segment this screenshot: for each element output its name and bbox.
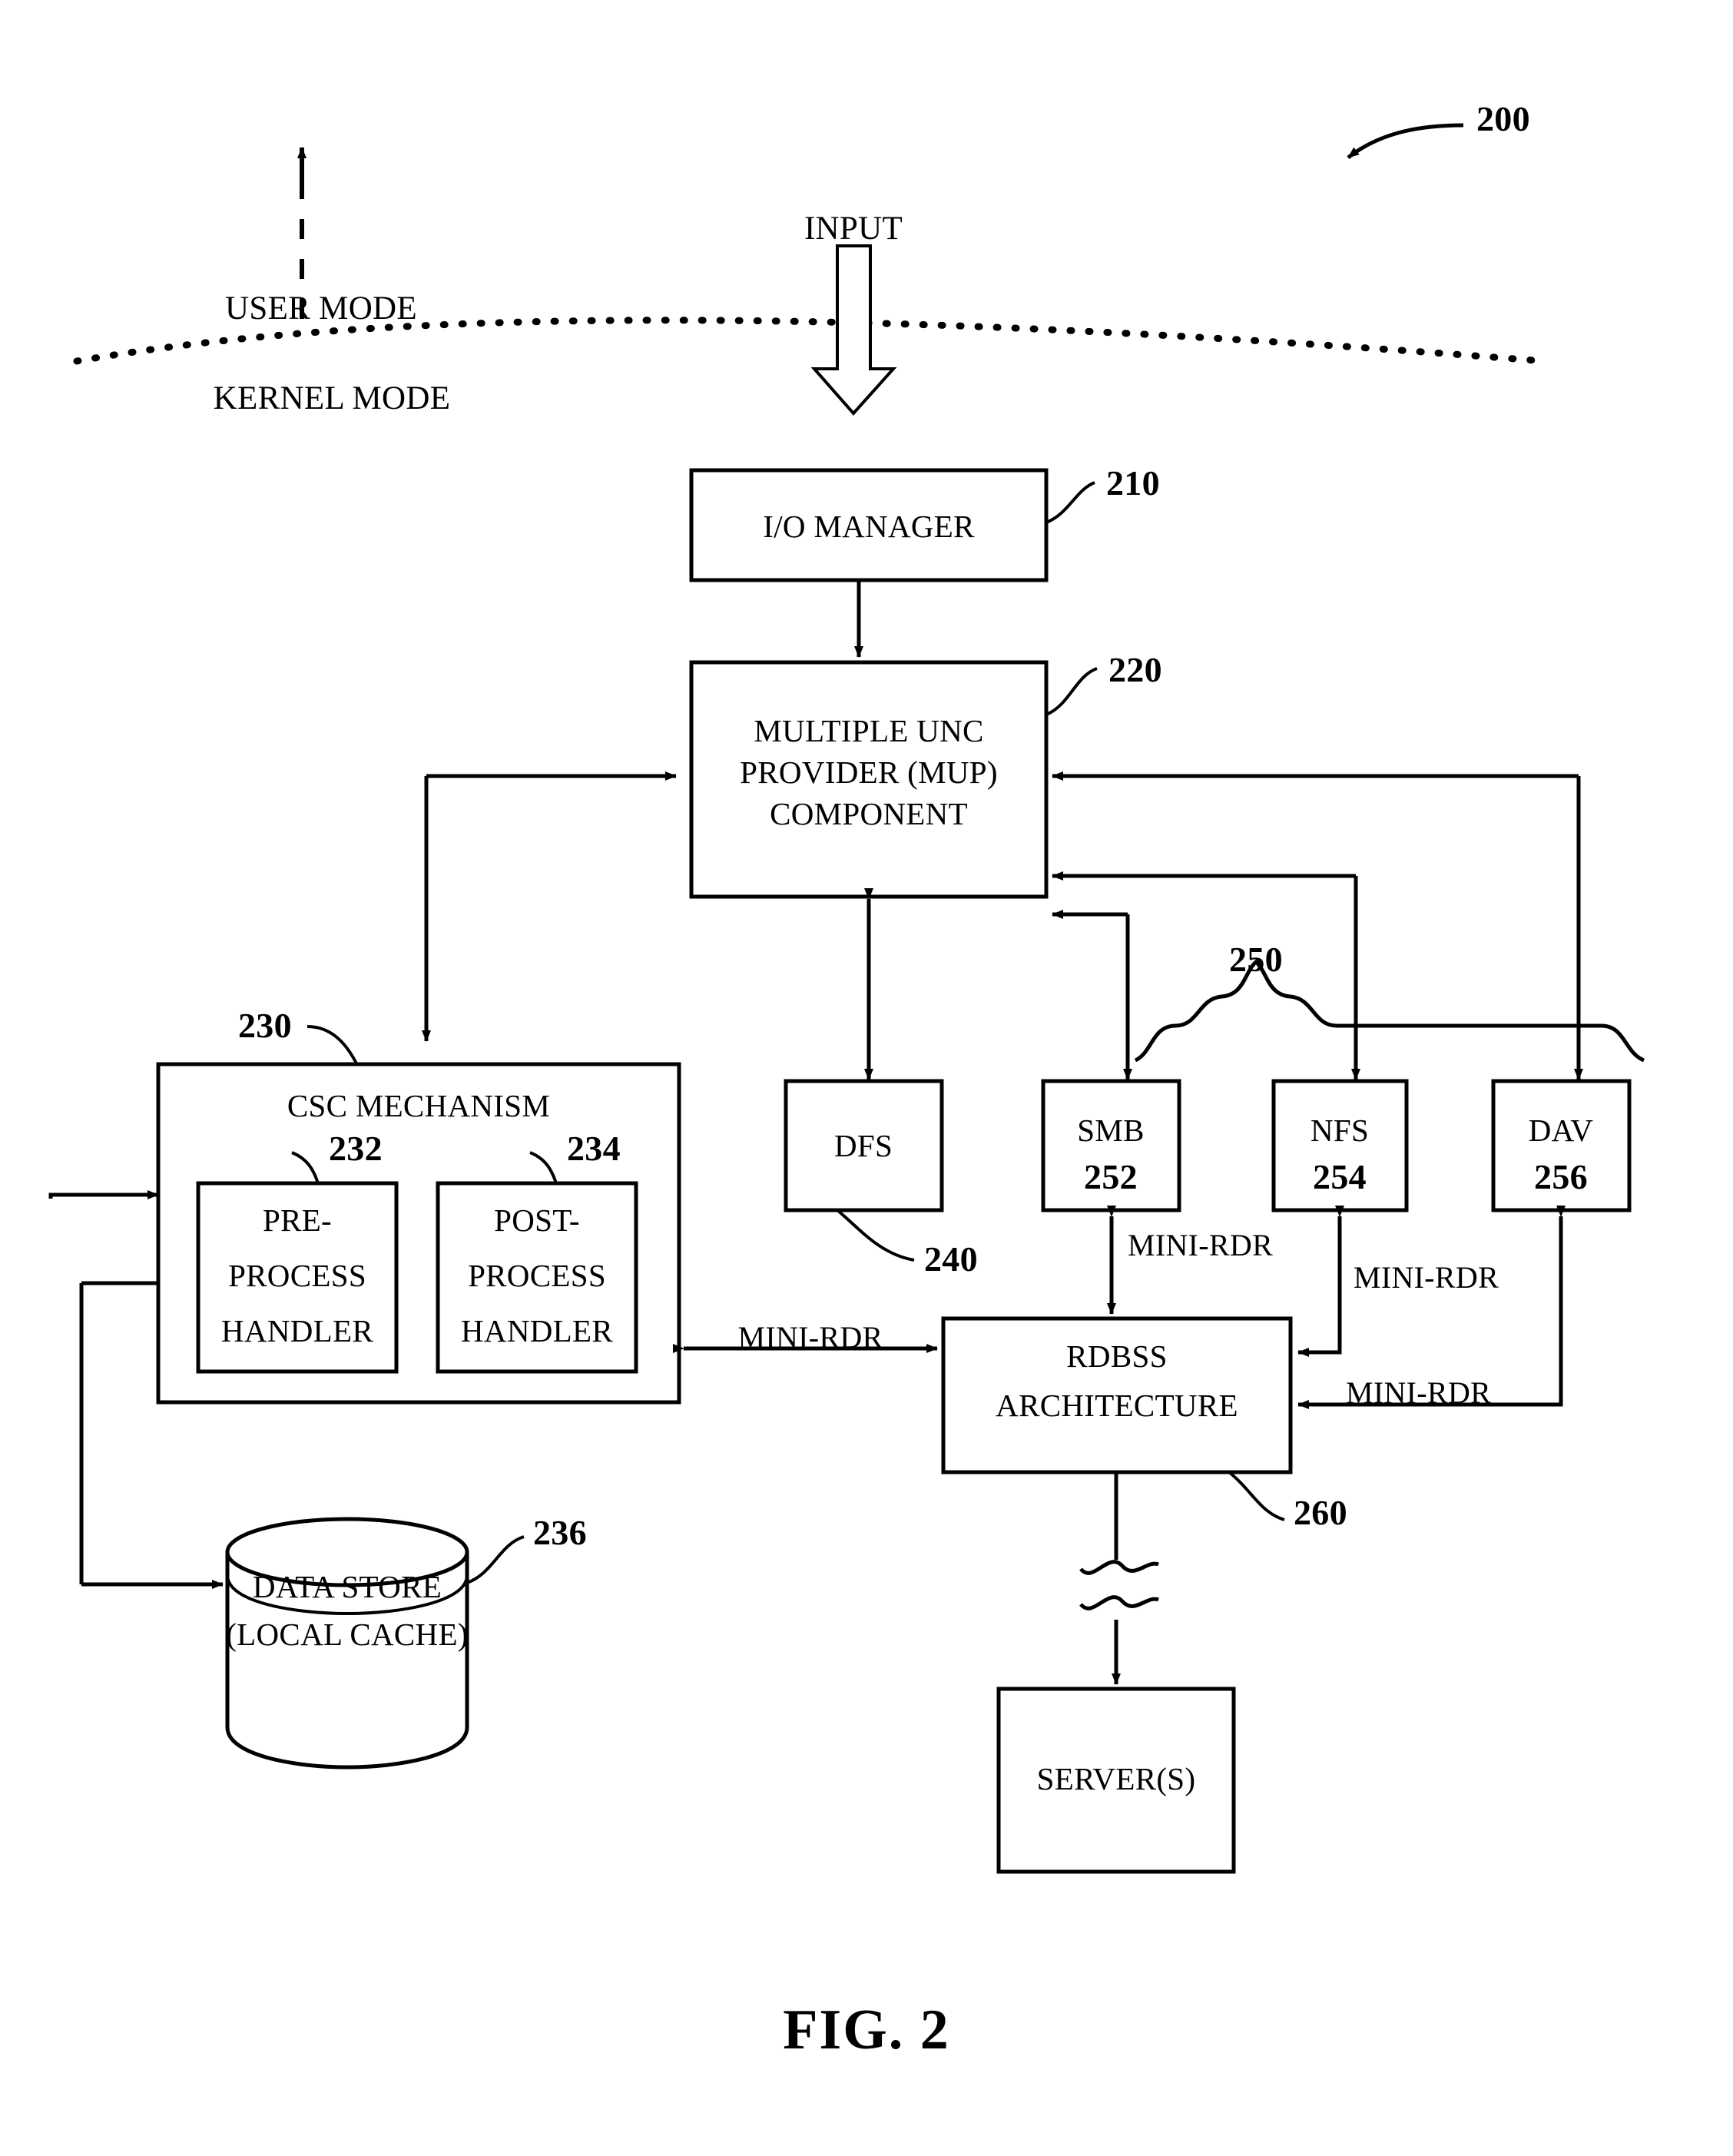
nfs-label: NFS	[1310, 1113, 1370, 1148]
reference-number-220: 220	[1108, 650, 1162, 689]
mini-rdr-label-csc: MINI-RDR	[737, 1320, 883, 1355]
mup-label-line3: COMPONENT	[770, 796, 968, 831]
figure-caption: FIG. 2	[783, 1998, 950, 2061]
leader-220	[1045, 667, 1098, 716]
pre-process-label-line1: PRE-	[262, 1202, 333, 1238]
reference-number-254: 254	[1313, 1157, 1367, 1196]
reference-number-232: 232	[329, 1129, 383, 1168]
leader-230	[307, 1025, 359, 1066]
servers-label: SERVER(S)	[1036, 1761, 1196, 1796]
reference-number-210: 210	[1106, 463, 1160, 503]
leader-200	[1347, 123, 1464, 159]
mini-rdr-label-dav: MINI-RDR	[1346, 1375, 1492, 1410]
smb-label: SMB	[1077, 1113, 1145, 1148]
leader-210	[1045, 481, 1095, 524]
reference-number-256: 256	[1534, 1157, 1588, 1196]
patent-figure-page: 200 USER MODE KERNEL MODE INPUT I/O MANA…	[0, 0, 1733, 2156]
io-manager-label: I/O MANAGER	[763, 509, 975, 544]
reference-number-200: 200	[1476, 99, 1530, 138]
kernel-mode-label: KERNEL MODE	[213, 380, 451, 416]
data-store-label-line1: DATA STORE	[252, 1569, 442, 1604]
input-label: INPUT	[804, 211, 903, 247]
reference-number-230: 230	[238, 1006, 292, 1045]
post-process-label-line3: HANDLER	[461, 1313, 613, 1348]
edge-datastore-to-csc-in	[48, 1190, 159, 1199]
leader-240	[836, 1209, 915, 1262]
post-process-label-line2: PROCESS	[468, 1258, 606, 1293]
reference-number-250: 250	[1229, 940, 1283, 979]
reference-number-252: 252	[1084, 1157, 1138, 1196]
leader-260	[1228, 1471, 1285, 1521]
reference-number-240: 240	[924, 1239, 978, 1279]
mini-rdr-label-smb: MINI-RDR	[1128, 1228, 1274, 1262]
rdbss-label-line2: ARCHITECTURE	[996, 1388, 1238, 1423]
data-store-label-line2: (LOCAL CACHE)	[226, 1617, 469, 1652]
break-squiggle-2	[1079, 1595, 1159, 1610]
dav-label: DAV	[1528, 1113, 1594, 1148]
reference-number-260: 260	[1294, 1493, 1347, 1532]
mup-label-line1: MULTIPLE UNC	[754, 713, 984, 748]
mini-rdr-label-nfs: MINI-RDR	[1354, 1260, 1499, 1295]
user-mode-label: USER MODE	[225, 290, 417, 327]
csc-mechanism-label: CSC MECHANISM	[287, 1088, 551, 1123]
reference-number-236: 236	[533, 1513, 587, 1552]
input-block-arrow	[810, 244, 897, 416]
reference-number-234: 234	[567, 1129, 621, 1168]
brace-250-left-tip	[1134, 1023, 1176, 1063]
edge-rdbss-nfs-minirdr	[1297, 1206, 1344, 1357]
post-process-label-line1: POST-	[494, 1202, 580, 1238]
pre-process-label-line3: HANDLER	[221, 1313, 373, 1348]
rdbss-label-line1: RDBSS	[1066, 1338, 1168, 1374]
break-squiggle-1	[1079, 1560, 1159, 1575]
pre-process-label-line2: PROCESS	[228, 1258, 366, 1293]
dfs-label: DFS	[833, 1128, 893, 1163]
mup-label-line2: PROVIDER (MUP)	[740, 755, 998, 790]
